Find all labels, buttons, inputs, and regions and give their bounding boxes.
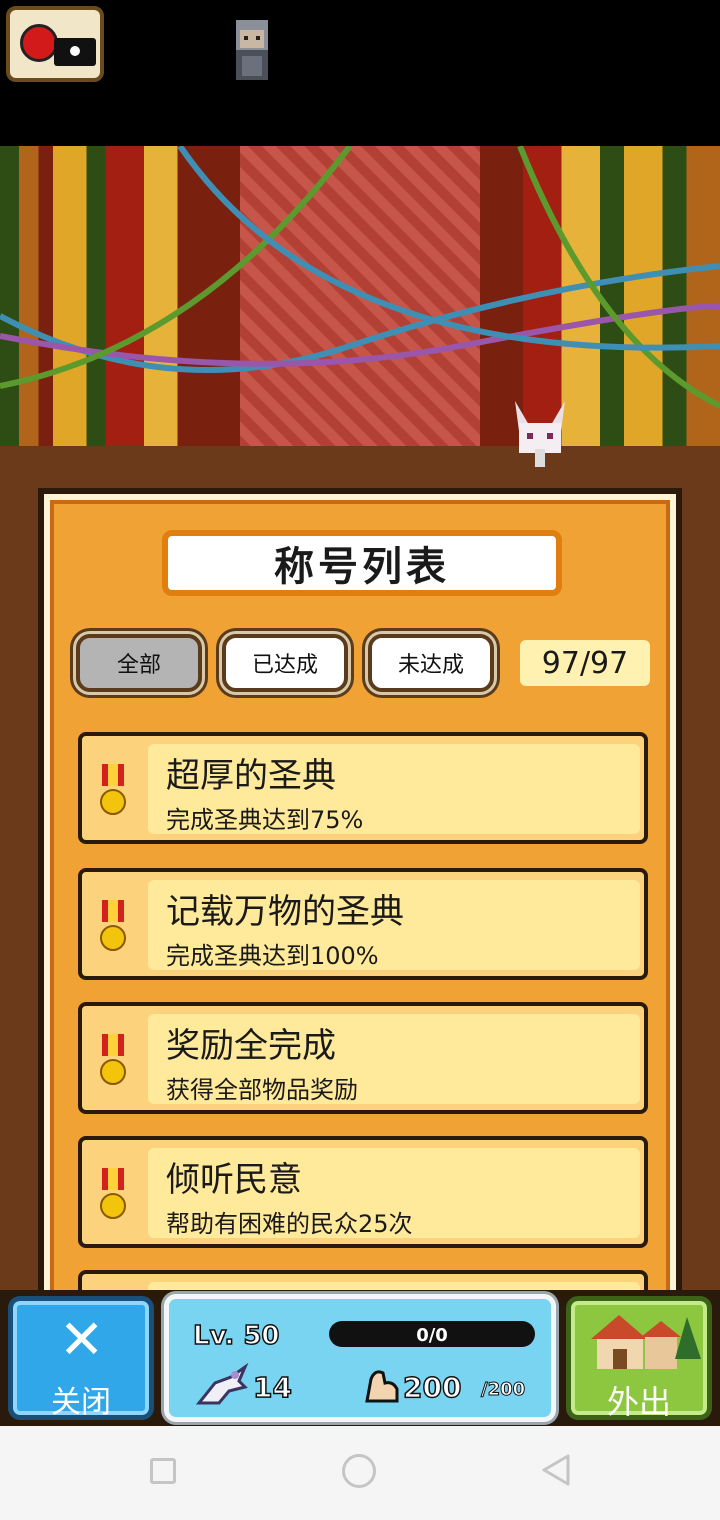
festival-garlands [0, 146, 720, 409]
list-item[interactable]: 奖励全完成 获得全部物品奖励 [78, 1002, 648, 1114]
experience-text: 0/0 [416, 1325, 448, 1346]
paw-icon [195, 1363, 249, 1405]
titles-list[interactable]: 超厚的圣典 完成圣典达到75% 记载万物的圣典 完成圣典达到100% 奖励全完成… [78, 732, 648, 1302]
filter-all-button[interactable]: 全部 [76, 634, 202, 692]
close-button[interactable]: ✕ 关闭 [8, 1296, 154, 1420]
recent-apps-icon[interactable] [150, 1458, 176, 1484]
title-name: 记载万物的圣典 [166, 892, 404, 932]
back-icon[interactable] [538, 1452, 574, 1488]
list-item[interactable]: 记载万物的圣典 完成圣典达到100% [78, 868, 648, 980]
title-name: 倾听民意 [166, 1160, 302, 1200]
town-house-icon [591, 1315, 701, 1369]
camera-lens-icon [67, 43, 83, 59]
close-icon: ✕ [59, 1308, 105, 1371]
bottom-hud: ✕ 关闭 Lv. 50 0/0 14 200 /200 外出 [0, 1290, 720, 1426]
home-icon[interactable] [342, 1454, 376, 1488]
title-description: 完成圣典达到75% [166, 806, 364, 834]
paw-count: 14 [252, 1370, 292, 1405]
list-item[interactable]: 倾听民意 帮助有困难的民众25次 [78, 1136, 648, 1248]
player-level: Lv. 50 [192, 1320, 280, 1352]
title-description: 获得全部物品奖励 [166, 1076, 358, 1104]
player-sprite [236, 20, 268, 80]
screenshot-camera-button[interactable] [6, 6, 104, 82]
android-nav-bar [0, 1426, 720, 1520]
title-counter: 97/97 [520, 640, 650, 686]
medal-icon [100, 1168, 126, 1219]
fox-npc-sprite [515, 401, 565, 467]
title-description: 完成圣典达到100% [166, 942, 379, 970]
list-item[interactable]: 超厚的圣典 完成圣典达到75% [78, 732, 648, 844]
medal-icon [100, 900, 126, 951]
medal-icon [100, 764, 126, 815]
go-out-button[interactable]: 外出 [566, 1296, 712, 1421]
filter-unachieved-button[interactable]: 未达成 [368, 634, 494, 692]
stamina-max: /200 [480, 1379, 526, 1401]
title-name: 超厚的圣典 [166, 756, 336, 796]
experience-bar: 0/0 [329, 1321, 535, 1347]
filter-achieved-button[interactable]: 已达成 [222, 634, 348, 692]
titles-panel: 称号列表 全部 已达成 未达成 97/97 超厚的圣典 完成圣典达到75% 记载… [38, 488, 682, 1308]
record-icon [20, 24, 58, 62]
title-name: 奖励全完成 [166, 1026, 336, 1066]
title-description: 帮助有困难的民众25次 [166, 1210, 413, 1238]
go-out-label: 外出 [606, 1383, 671, 1421]
close-label: 关闭 [51, 1385, 111, 1420]
stamina-arm-icon [365, 1370, 399, 1403]
stamina-value: 200 [402, 1370, 462, 1405]
panel-title: 称号列表 [162, 530, 562, 596]
top-bar [0, 0, 720, 146]
player-status-panel: Lv. 50 0/0 14 200 /200 [164, 1294, 556, 1422]
medal-icon [100, 1034, 126, 1085]
